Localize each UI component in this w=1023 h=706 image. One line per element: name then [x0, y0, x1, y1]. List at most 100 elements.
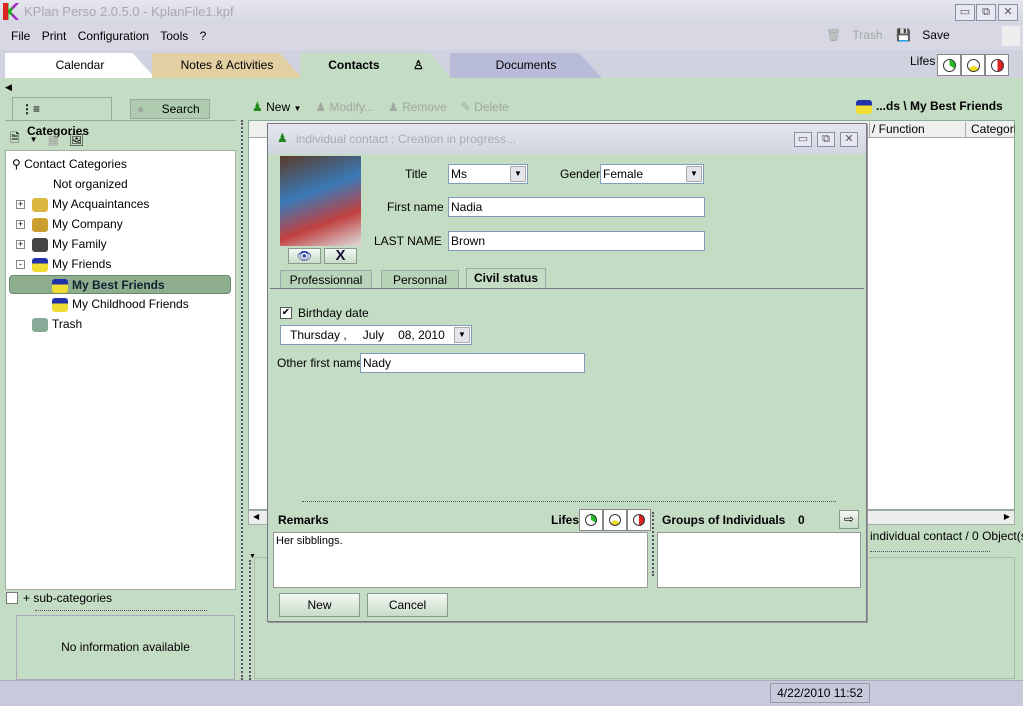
tree-node-my-family[interactable]: My Family — [32, 235, 107, 253]
delete-icon: ✎ — [460, 100, 471, 114]
tab-contacts[interactable]: Contacts ♙ — [300, 53, 452, 78]
groups-list[interactable] — [657, 532, 861, 588]
eye-icon: 👁 — [296, 249, 313, 263]
new-category-icon[interactable]: 🗎 — [10, 129, 20, 150]
minimize-button[interactable]: ▭ — [955, 4, 975, 21]
scroll-right-icon[interactable]: ▶ — [1004, 512, 1010, 521]
menu-configuration[interactable]: Configuration — [78, 29, 149, 43]
app-logo-icon — [3, 3, 19, 20]
contact-photo[interactable] — [280, 156, 361, 246]
tree-node-my-friends[interactable]: My Friends — [32, 255, 111, 273]
remarks-textarea[interactable]: Her sibblings. — [273, 532, 648, 588]
dialog-titlebar: ♟ individual contact : Creation in progr… — [268, 124, 866, 154]
arrow-right-icon: ⇨ — [843, 512, 855, 526]
kplan-shortcut-icon[interactable] — [1002, 26, 1020, 46]
new-button[interactable]: New — [279, 593, 360, 617]
gender-select[interactable]: Female ▼ — [600, 164, 704, 184]
cancel-button[interactable]: Cancel — [367, 593, 448, 617]
subtab-personnal[interactable]: Personnal — [381, 270, 459, 289]
expand-button[interactable]: + — [16, 220, 25, 229]
gender-label: Gender — [560, 167, 601, 181]
birthday-checkbox[interactable]: ✔ — [280, 307, 292, 319]
life-green-button[interactable] — [937, 54, 961, 76]
other-names-input[interactable]: Nady — [360, 353, 585, 373]
list-status: individual contact / 0 Object(s) — [870, 529, 1023, 543]
expand-button[interactable]: + — [16, 200, 25, 209]
tree-node-not-organized[interactable]: Not organized — [53, 175, 128, 193]
calendar-dropdown-icon: ▼ — [454, 327, 470, 343]
tree-node-contact-categories[interactable]: ⚲ Contact Categories — [12, 155, 127, 173]
category-image-icon[interactable]: 🖼 — [69, 133, 84, 147]
remove-photo-icon: X — [335, 247, 346, 264]
breadcrumb: ...ds \ My Best Friends — [856, 99, 1003, 114]
tree-node-trash[interactable]: Trash — [32, 315, 82, 333]
dialog-close-button[interactable]: ✕ — [840, 132, 858, 147]
remove-photo-button[interactable]: X — [324, 248, 357, 264]
left-splitter[interactable] — [241, 120, 245, 680]
trash-icon — [32, 317, 48, 332]
birthday-label: Birthday date — [298, 306, 369, 320]
view-photo-button[interactable]: 👁 — [288, 248, 321, 264]
close-button[interactable]: ✕ — [998, 4, 1018, 21]
subtab-professionnal[interactable]: Professionnal — [280, 270, 372, 289]
friends-icon — [32, 257, 48, 272]
lastname-label: LAST NAME — [374, 234, 442, 248]
tab-search[interactable]: ● Search — [130, 99, 210, 119]
remove-button[interactable]: ♟ Remove — [388, 100, 447, 114]
delete-button[interactable]: ✎ Delete — [461, 100, 509, 114]
life-yellow-icon — [966, 58, 980, 72]
friends-icon — [52, 278, 68, 293]
life-red-button[interactable] — [985, 54, 1009, 76]
menu-tools[interactable]: Tools — [160, 29, 188, 43]
tree-node-my-company[interactable]: My Company — [32, 215, 123, 233]
expand-button[interactable]: + — [16, 240, 25, 249]
scroll-left-icon[interactable]: ◀ — [253, 512, 259, 521]
birthday-date-picker[interactable]: Thursday , July 08, 2010 ▼ — [280, 325, 472, 345]
life-red-icon — [633, 514, 645, 526]
tab-calendar[interactable]: Calendar — [5, 53, 155, 78]
menu-file[interactable]: File — [11, 29, 30, 43]
tab-notes-activities[interactable]: Notes & Activities — [152, 53, 302, 78]
column-function[interactable]: / Function — [869, 122, 965, 138]
lastname-input[interactable]: Brown — [448, 231, 705, 251]
new-contact-button[interactable]: ♟ New ▼ — [252, 100, 301, 114]
firstname-input[interactable]: Nadia — [448, 197, 705, 217]
new-dropdown-arrow[interactable]: ▼ — [30, 135, 38, 144]
tree-node-my-acquaintances[interactable]: My Acquaintances — [32, 195, 149, 213]
maximize-button[interactable]: ⧉ — [976, 4, 996, 21]
contact-dialog: ♟ individual contact : Creation in progr… — [267, 123, 867, 622]
life-yellow-button[interactable] — [961, 54, 985, 76]
menu-print[interactable]: Print — [42, 29, 67, 43]
groups-arrow-button[interactable]: ⇨ — [839, 510, 859, 529]
tree-node-my-best-friends[interactable]: My Best Friends — [9, 275, 231, 294]
title-select[interactable]: Ms ▼ — [448, 164, 528, 184]
menu-help[interactable]: ? — [200, 29, 207, 43]
groups-label: Groups of Individuals — [662, 513, 786, 527]
status-bar: 4/22/2010 11:52 — [0, 680, 1023, 706]
remarks-label: Remarks — [278, 513, 329, 527]
tab-categories[interactable]: ⋮≡ Categories — [12, 97, 112, 138]
life-red-button[interactable] — [627, 509, 651, 531]
dialog-minimize-button[interactable]: ▭ — [794, 132, 812, 147]
tab-documents[interactable]: Documents — [450, 53, 602, 78]
subcategories-checkbox[interactable] — [6, 592, 18, 604]
dialog-maximize-button[interactable]: ⧉ — [817, 132, 835, 147]
dialog-title: individual contact : Creation in progres… — [296, 132, 517, 146]
acquaintances-icon — [32, 197, 48, 212]
friends-icon — [856, 99, 872, 114]
modify-button[interactable]: ♟ Modify... — [315, 100, 374, 114]
window-titlebar: KPlan Perso 2.0.5.0 - KplanFile1.kpf ▭ ⧉… — [0, 0, 1023, 24]
collapse-button[interactable]: - — [16, 260, 25, 269]
life-green-icon — [942, 58, 956, 72]
family-icon — [32, 237, 48, 252]
life-green-button[interactable] — [579, 509, 603, 531]
collapse-arrow-icon[interactable]: ◀ — [5, 82, 12, 93]
column-categories[interactable]: Categorie — [965, 122, 1015, 138]
life-yellow-button[interactable] — [603, 509, 627, 531]
categories-icon: ⋮≡ — [21, 102, 41, 116]
tree-node-my-childhood-friends[interactable]: My Childhood Friends — [52, 295, 189, 313]
save-button[interactable]: 💾 Save — [896, 28, 958, 42]
main-tabs: Calendar Notes & Activities Contacts ♙ D… — [0, 50, 1023, 78]
delete-category-icon[interactable]: ▦ — [48, 133, 59, 147]
subtab-civil-status[interactable]: Civil status — [466, 268, 546, 289]
